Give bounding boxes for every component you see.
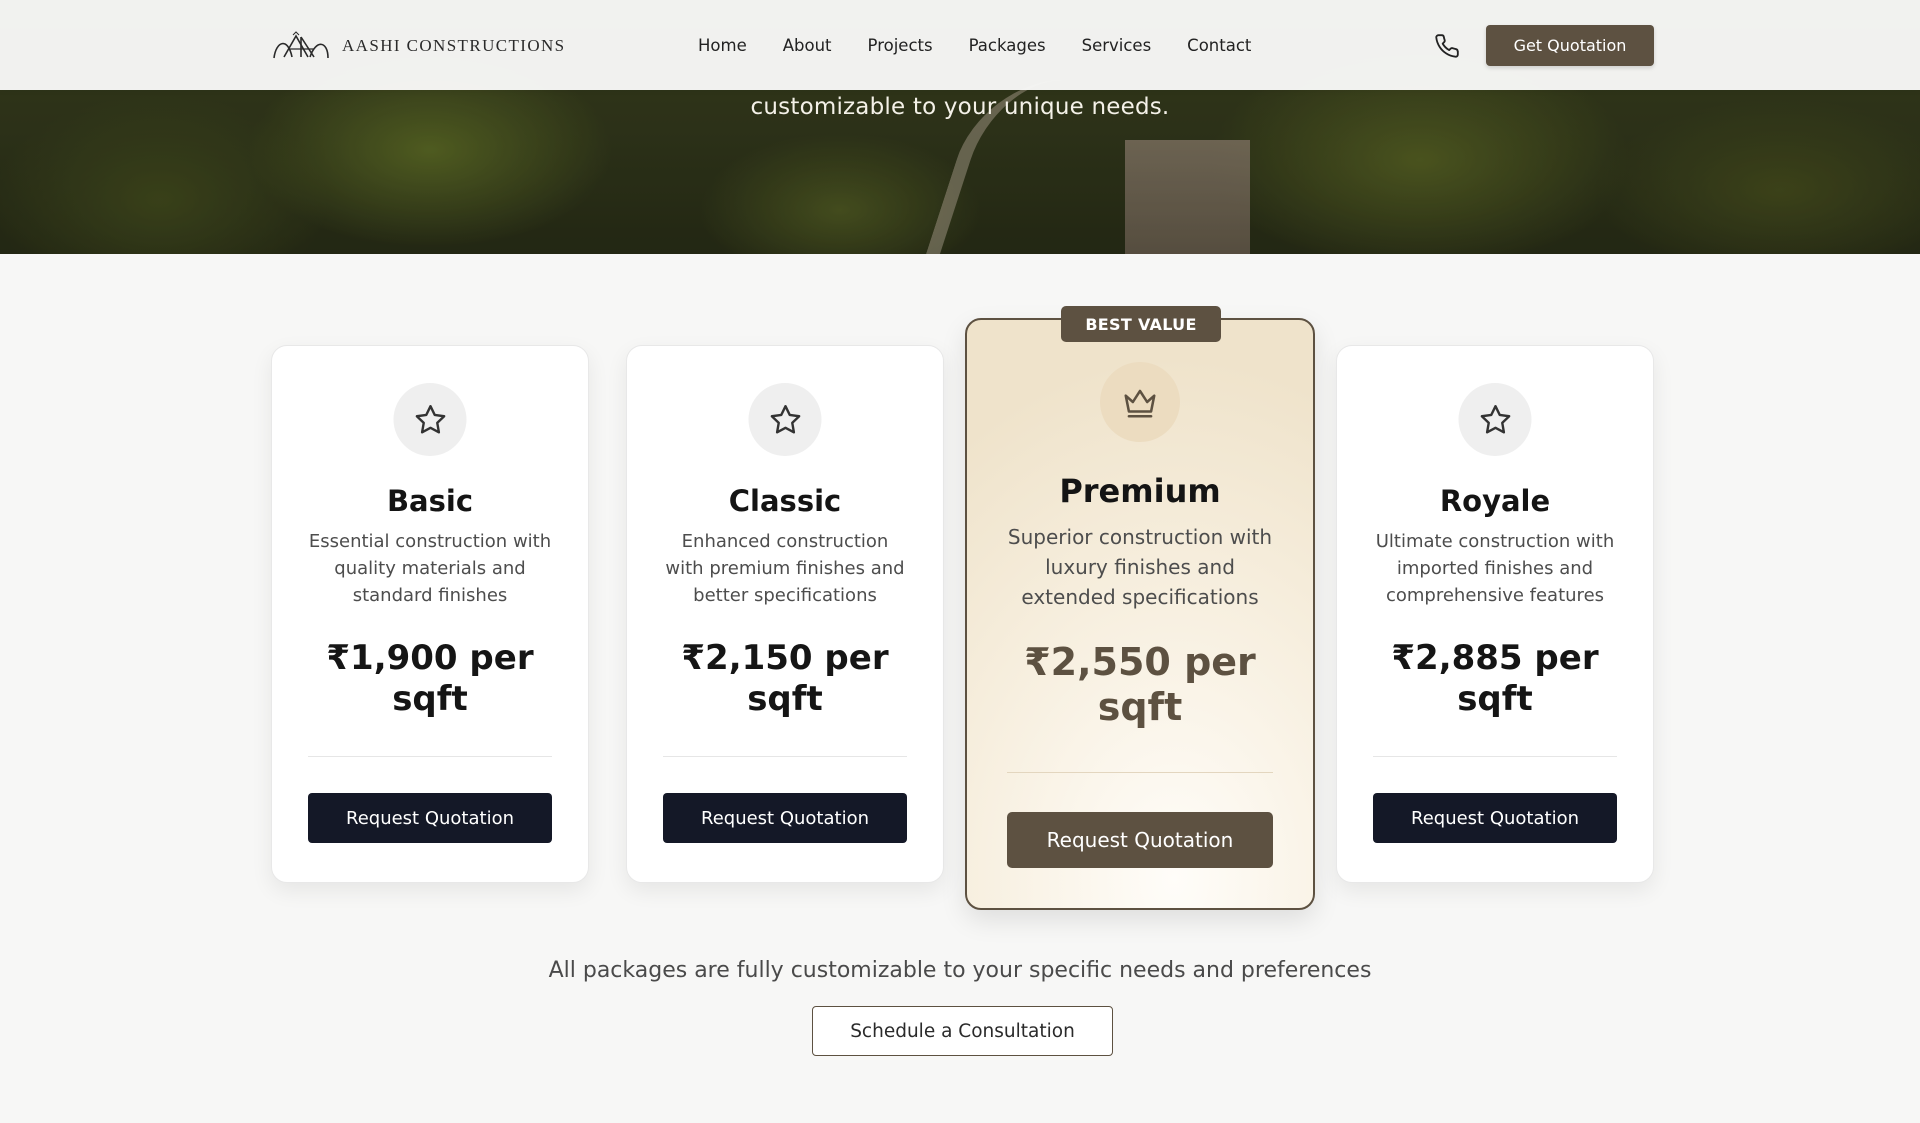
- logo-text: Aashi Constructions: [342, 36, 566, 55]
- logo[interactable]: Aashi Constructions: [270, 28, 566, 64]
- best-value-badge: BEST VALUE: [1061, 306, 1221, 342]
- package-card-premium: BEST VALUE Premium Superior construction…: [965, 306, 1315, 910]
- request-quotation-button[interactable]: Request Quotation: [663, 793, 907, 843]
- nav-link-services[interactable]: Services: [1082, 36, 1152, 55]
- package-price: ₹1,900 per sqft: [326, 638, 534, 719]
- package-price: ₹2,885 per sqft: [1391, 638, 1599, 719]
- crown-icon: [1100, 362, 1180, 442]
- customization-note: All packages are fully customizable to y…: [548, 958, 1372, 983]
- star-icon: [748, 383, 822, 456]
- package-card-classic: Classic Enhanced construction with premi…: [626, 345, 944, 883]
- package-card-basic: Basic Essential construction with qualit…: [271, 345, 589, 883]
- package-card-royale: Royale Ultimate construction with import…: [1336, 345, 1654, 883]
- get-quotation-button[interactable]: Get Quotation: [1486, 25, 1654, 66]
- logo-mark-icon: [273, 31, 329, 59]
- package-name: Royale: [1439, 484, 1551, 518]
- package-name: Classic: [728, 484, 842, 518]
- schedule-consultation-button[interactable]: Schedule a Consultation: [812, 1006, 1113, 1056]
- package-price: ₹2,150 per sqft: [681, 638, 889, 719]
- nav-link-projects[interactable]: Projects: [868, 36, 933, 55]
- nav-link-packages[interactable]: Packages: [969, 36, 1046, 55]
- package-description: Ultimate construction with imported fini…: [1375, 531, 1615, 606]
- card-divider: [1007, 772, 1273, 773]
- card-divider: [1373, 756, 1617, 757]
- package-description: Essential construction with quality mate…: [308, 531, 552, 606]
- package-price: ₹2,550 per sqft: [1024, 640, 1256, 729]
- nav-link-contact[interactable]: Contact: [1187, 36, 1251, 55]
- star-icon: [1458, 383, 1532, 456]
- star-icon: [393, 383, 467, 456]
- nav-link-home[interactable]: Home: [698, 36, 747, 55]
- request-quotation-button[interactable]: Request Quotation: [1373, 793, 1617, 843]
- nav-link-about[interactable]: About: [783, 36, 832, 55]
- navbar: Aashi Constructions Home About Projects …: [0, 0, 1920, 90]
- phone-icon[interactable]: [1434, 33, 1460, 59]
- request-quotation-button[interactable]: Request Quotation: [1007, 812, 1273, 868]
- package-name: Premium: [1059, 472, 1221, 510]
- package-description: Superior construction with luxury finish…: [1007, 525, 1273, 609]
- package-description: Enhanced construction with premium finis…: [665, 531, 905, 606]
- request-quotation-button[interactable]: Request Quotation: [308, 793, 552, 843]
- card-divider: [663, 756, 907, 757]
- nav-menu: Home About Projects Packages Services Co…: [698, 0, 1287, 90]
- card-divider: [308, 756, 552, 757]
- hero-subtitle: customizable to your unique needs.: [750, 94, 1170, 120]
- package-name: Basic: [386, 484, 474, 518]
